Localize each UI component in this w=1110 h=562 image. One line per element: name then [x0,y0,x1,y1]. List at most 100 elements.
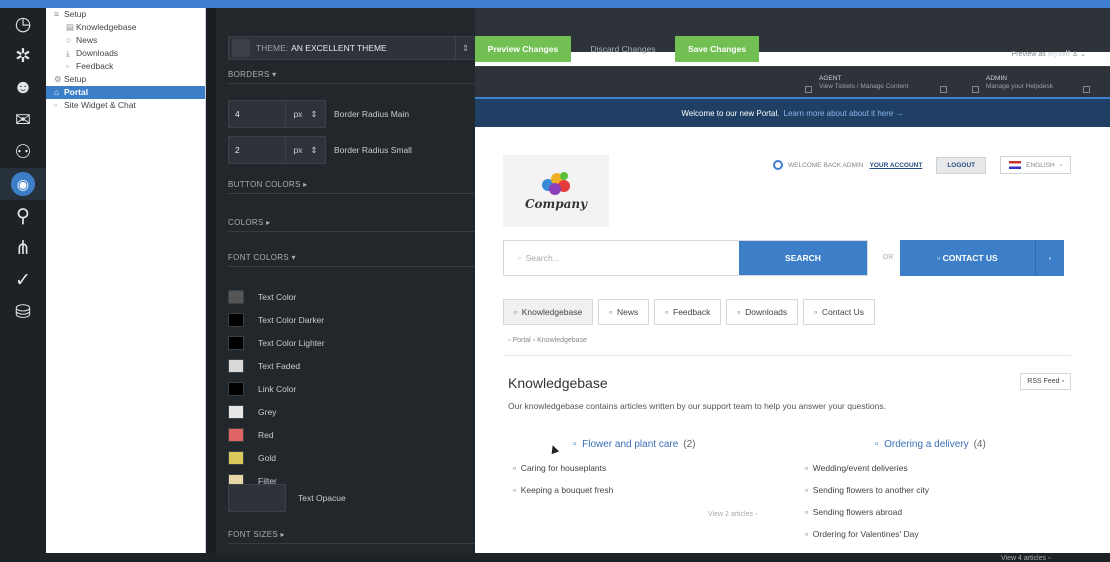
portal-tab[interactable]: ▫ Knowledgebase [503,299,594,325]
agent-view-option[interactable]: AGENT View Tickets / Manage Content [819,75,908,91]
learn-more-link[interactable]: Learn more about about it here → [784,109,904,118]
company-logo[interactable]: Company [503,155,609,227]
dashboard-icon[interactable]: ◷ [0,8,46,40]
font-color-row[interactable]: Grey [228,403,276,421]
portal-globe-icon[interactable]: ◉ [0,168,46,200]
kb-article-link[interactable]: ▫ Sending flowers abroad [805,507,902,517]
agent-toggle-checkbox[interactable] [940,86,947,93]
kb-article-link[interactable]: ▫ Keeping a bouquet fresh [513,485,613,495]
support-agent-icon[interactable]: ☻ [0,72,46,104]
tasks-check-icon[interactable]: ✓ [0,264,46,296]
color-swatch[interactable] [228,405,244,419]
kb-article-link[interactable]: ▫ Ordering for Valentines' Day [805,529,919,539]
breadcrumb-portal[interactable]: Portal [512,337,530,344]
nav-item[interactable]: ⚙ Setup [46,73,205,86]
font-color-row[interactable]: Link Color [228,380,296,398]
font-color-row[interactable]: Gold [228,449,276,467]
language-select[interactable]: ENGLISH ▫ [1000,156,1071,174]
nav-item[interactable]: ▤ Knowledgebase [46,21,205,34]
view-articles-link[interactable]: View 4 articles ▫ [1001,555,1050,562]
search-users-icon[interactable]: ⚲ [0,200,46,232]
agent-checkbox[interactable] [805,86,812,93]
nav-item[interactable]: ⤓ Downloads [46,47,205,60]
contact-dropdown-toggle[interactable]: ▫ [1035,240,1064,276]
view-articles-link[interactable]: View 2 articles ▫ [708,511,757,518]
article-icon: ▫ [805,529,809,539]
font-color-row[interactable]: Text Color [228,288,296,306]
database-icon[interactable]: ⛁ [0,296,46,328]
section-borders[interactable]: BORDERS ▾ [228,70,476,84]
view-articles-label: View 2 articles [708,511,754,518]
nav-item[interactable]: ⌂ Portal [46,86,205,99]
portal-tab[interactable]: ▫ Contact Us [803,299,875,325]
nav-item-icon: ▤ [66,22,75,32]
nav-item-icon: ⚙ [54,74,62,84]
section-font-sizes[interactable]: FONT SIZES ▸ [228,530,476,544]
color-swatch[interactable] [228,336,244,350]
category-name[interactable]: Flower and plant care [582,439,678,450]
text-opaque-input[interactable] [228,484,286,512]
kb-category[interactable]: ▫ Ordering a delivery (4) [875,439,986,450]
font-color-row[interactable]: Text Faded [228,357,300,375]
search-input[interactable]: ▫ Search... [504,241,739,275]
save-changes-button[interactable]: Save Changes [675,36,759,62]
portal-tab[interactable]: ▫ News [598,299,650,325]
portal-tab[interactable]: ▫ Downloads [726,299,799,325]
color-swatch[interactable] [228,313,244,327]
nav-item[interactable]: ≡ Setup [46,8,205,21]
kb-article-link[interactable]: ▫ Sending flowers to another city [805,485,929,495]
nav-item[interactable]: ○ News [46,34,205,47]
tab-label: Knowledgebase [521,307,583,317]
unit-select[interactable]: px ⇕ [286,100,326,128]
nav-item-label: Site Widget & Chat [64,100,136,110]
category-name[interactable]: Ordering a delivery [884,439,968,450]
category-count: (4) [973,439,986,450]
search-button[interactable]: SEARCH [739,241,867,275]
section-colors[interactable]: COLORS ▸ [228,218,476,232]
preview-changes-button[interactable]: Preview Changes [475,36,571,62]
font-color-row[interactable]: Text Color Lighter [228,334,325,352]
text-opaque-label: Text Opacue [298,493,346,503]
unit-select[interactable]: px ⇕ [286,136,326,164]
kb-article-link[interactable]: ▫ Wedding/event deliveries [805,463,908,473]
select-arrows-icon[interactable]: ⇕ [455,37,475,59]
rss-feed-button[interactable]: RSS Feed ▫ [1020,373,1071,390]
theme-select[interactable]: THEME: AN EXCELLENT THEME ⇕ [228,36,476,60]
border-radius-main-input[interactable]: 4 [228,100,286,128]
nav-item[interactable]: ▫ Site Widget & Chat [46,99,205,112]
admin-toggle-checkbox[interactable] [1083,86,1090,93]
color-label: Text Color Darker [258,315,325,325]
color-swatch[interactable] [228,428,244,442]
admin-checkbox[interactable] [972,86,979,93]
network-icon[interactable]: ⋔ [0,232,46,264]
border-radius-small-label: Border Radius Small [334,145,412,155]
section-font-colors[interactable]: FONT COLORS ▾ [228,253,476,267]
color-swatch[interactable] [228,290,244,304]
preview-as-label: Preview as [1011,51,1046,58]
nav-item-label: Portal [64,87,89,97]
article-title: Wedding/event deliveries [812,463,908,473]
logo-blob-icon [540,171,572,195]
portal-tab[interactable]: ▫ Feedback [654,299,722,325]
logout-button[interactable]: LOGOUT [936,156,987,174]
section-button-colors[interactable]: BUTTON COLORS ▸ [228,180,476,194]
kb-article-link[interactable]: ▫ Caring for houseplants [513,463,606,473]
nav-item[interactable]: ▫ Feedback [46,60,205,73]
nav-item-label: Downloads [76,48,119,58]
color-swatch[interactable] [228,382,244,396]
discard-changes-button[interactable]: Discard Changes [583,36,663,62]
contact-us-main[interactable]: ▫ CONTACT US [900,240,1035,276]
users-icon[interactable]: ⚇ [0,136,46,168]
admin-view-option[interactable]: ADMIN Manage your Helpdesk [986,75,1053,91]
kb-category[interactable]: ▫ Flower and plant care (2) [573,439,696,450]
color-swatch[interactable] [228,359,244,373]
mail-icon[interactable]: ✉ [0,104,46,136]
color-swatch[interactable] [228,451,244,465]
your-account-link[interactable]: YOUR ACCOUNT [869,162,922,169]
font-color-row[interactable]: Text Color Darker [228,311,324,329]
border-radius-small-input[interactable]: 2 [228,136,286,164]
preview-as[interactable]: Preview as myself ♙ ⌄ [1012,50,1086,58]
contact-us-button[interactable]: ▫ CONTACT US ▫ [900,240,1064,276]
settings-gear-icon[interactable]: ✲ [0,40,46,72]
font-color-row[interactable]: Red [228,426,274,444]
